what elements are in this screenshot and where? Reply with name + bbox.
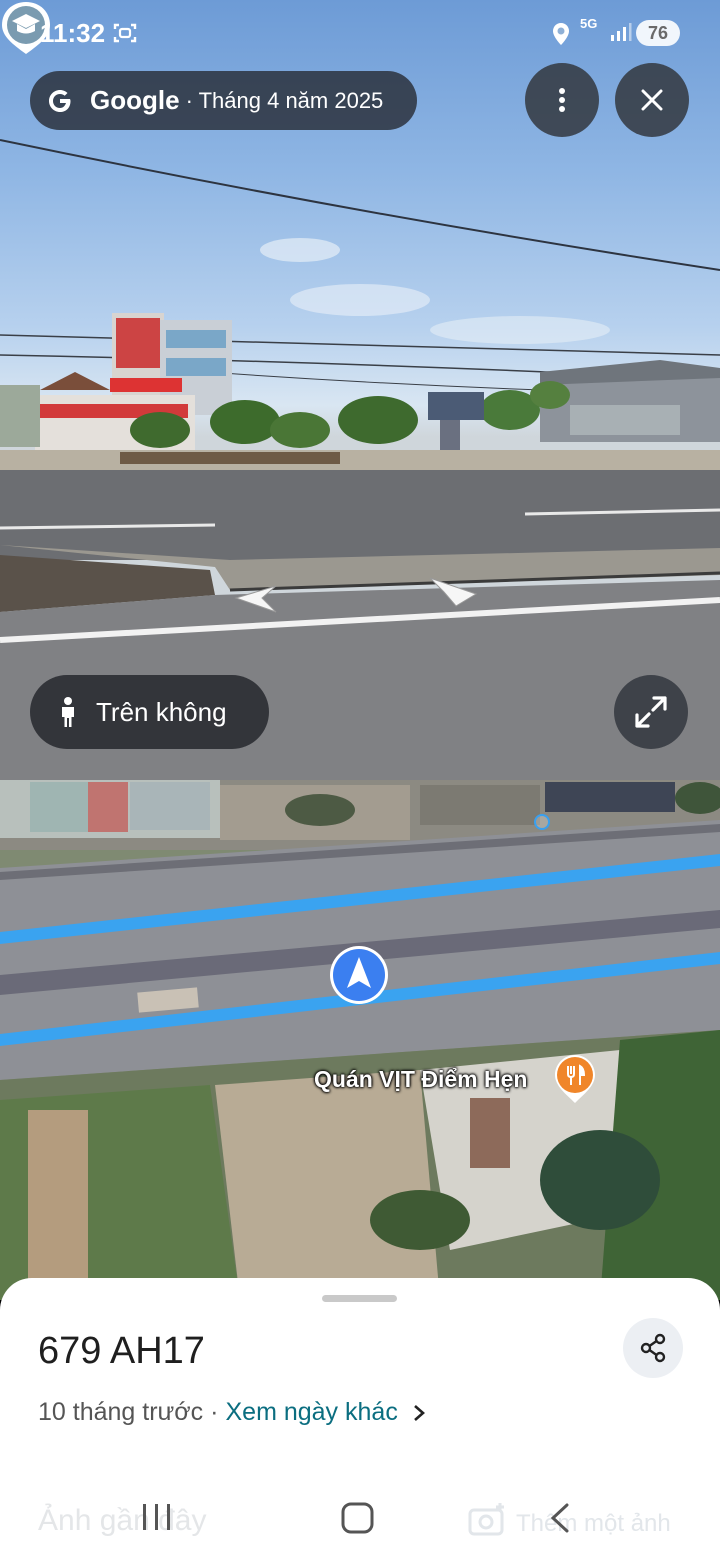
imagery-date: · Tháng 4 năm 2025	[185, 87, 384, 113]
map-imagery	[0, 780, 720, 1300]
share-icon	[640, 1333, 666, 1363]
imagery-age-row: 10 tháng trước · Xem ngày khác	[38, 1398, 426, 1427]
sheet-drag-handle[interactable]	[322, 1295, 397, 1302]
screenshot-icon	[113, 23, 137, 43]
close-icon	[641, 89, 663, 111]
see-other-dates-link[interactable]: Xem ngày khác	[226, 1398, 398, 1427]
battery-level: 76	[636, 20, 680, 46]
view-mode-label: Trên không	[96, 696, 227, 727]
google-g-icon	[49, 89, 71, 112]
location-title: 679 AH17	[38, 1330, 205, 1372]
restaurant-icon[interactable]	[553, 1053, 597, 1105]
status-time: 11:32	[40, 18, 106, 48]
close-button[interactable]	[615, 63, 689, 137]
location-dot	[534, 814, 550, 830]
separator: ·	[210, 1398, 219, 1426]
move-back-arrow[interactable]	[232, 584, 278, 614]
location-icon	[553, 23, 569, 45]
imagery-age: 10 tháng trước	[38, 1398, 204, 1426]
system-nav-bar	[0, 1480, 720, 1560]
chevron-right-icon[interactable]	[412, 1403, 426, 1423]
home-icon[interactable]	[340, 1501, 376, 1535]
view-mode-button[interactable]: Trên không	[30, 675, 269, 749]
signal-icon	[611, 23, 632, 41]
provider-name: Google	[90, 85, 180, 115]
navigation-arrow-icon[interactable]	[328, 944, 390, 1006]
move-forward-arrow[interactable]	[428, 576, 478, 608]
network-type: 5G	[580, 16, 598, 31]
back-icon[interactable]	[548, 1502, 572, 1534]
recent-apps-icon[interactable]	[140, 1502, 174, 1532]
satellite-map[interactable]	[0, 780, 720, 1300]
imagery-date-pill[interactable]: Google · Tháng 4 năm 2025	[30, 71, 417, 130]
place-label[interactable]: Quán VỊT Điểm Hẹn	[314, 1066, 527, 1093]
more-options-button[interactable]	[525, 63, 599, 137]
expand-icon	[635, 696, 667, 728]
expand-button[interactable]	[614, 675, 688, 749]
status-bar: 11:32 5G 76	[0, 0, 720, 66]
person-icon	[62, 697, 74, 727]
more-vert-icon	[559, 88, 565, 112]
share-button[interactable]	[623, 1318, 683, 1378]
